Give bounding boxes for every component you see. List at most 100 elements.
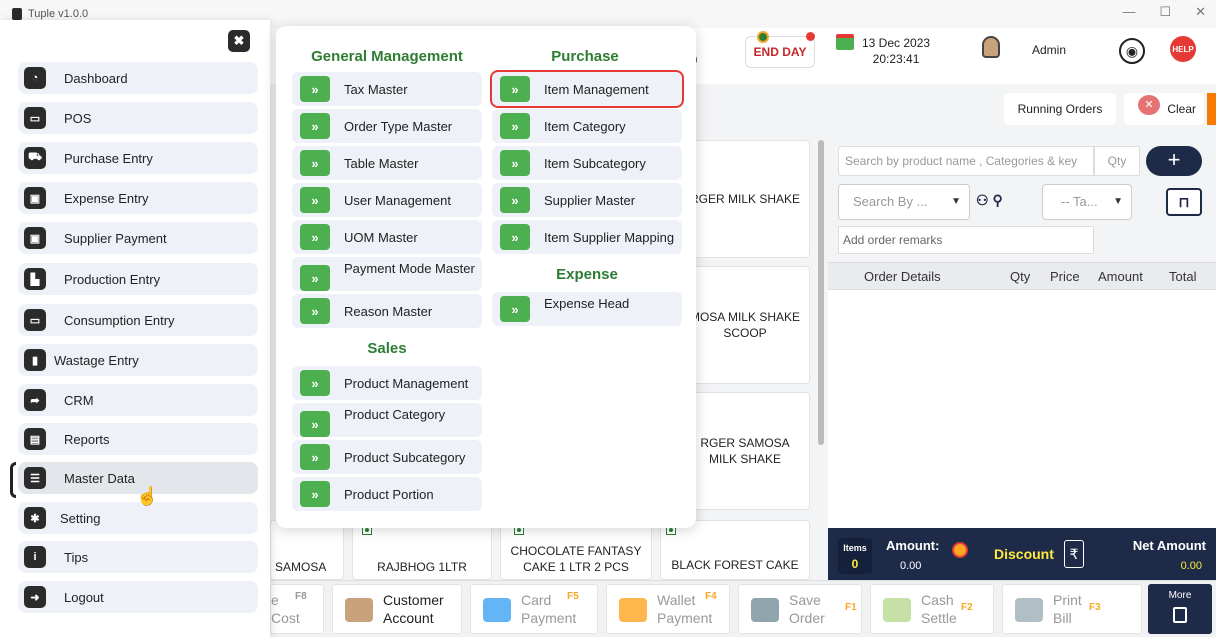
menu-item-management[interactable]: » Item Management xyxy=(490,70,684,108)
sidebar-item-supplier-payment[interactable]: ▣ Supplier Payment xyxy=(18,222,258,254)
chevron-down-icon: ▼ xyxy=(1113,196,1123,207)
add-product-button[interactable]: + xyxy=(1146,146,1202,176)
col-price: Price xyxy=(1050,269,1080,284)
chevron-right-icon: » xyxy=(300,411,330,437)
logout-icon: ➜ xyxy=(24,586,46,608)
amount-label: Amount: xyxy=(886,538,940,553)
menu-uom-master[interactable]: » UOM Master xyxy=(292,220,482,254)
card-icon xyxy=(483,598,511,622)
card-payment-button[interactable]: Card Payment F5 xyxy=(470,584,598,634)
print-bill-button[interactable]: Print Bill F3 xyxy=(1002,584,1142,634)
chevron-right-icon: » xyxy=(500,224,530,250)
order-table-header: Order Details Qty Price Amount Total xyxy=(828,262,1216,290)
chevron-right-icon: » xyxy=(300,150,330,176)
wifi-icon[interactable]: ◉ xyxy=(1119,38,1145,64)
calendar-icon xyxy=(836,34,854,50)
time-text: 20:23:41 xyxy=(872,52,920,66)
customer-search-select[interactable]: Search By ... ▼ xyxy=(838,184,970,220)
section-title-expense: Expense xyxy=(556,266,618,283)
user-avatar-icon[interactable] xyxy=(982,36,1000,58)
clear-button[interactable]: Clear xyxy=(1124,93,1204,125)
menu-product-management[interactable]: » Product Management xyxy=(292,366,482,400)
menu-reason-master[interactable]: » Reason Master xyxy=(292,294,482,328)
close-window-button[interactable]: ✕ xyxy=(1195,4,1206,20)
chevron-right-icon: » xyxy=(500,150,530,176)
sidebar-item-purchase-entry[interactable]: ⛟ Purchase Entry xyxy=(18,142,258,174)
menu-item-supplier-mapping[interactable]: » Item Supplier Mapping xyxy=(492,220,682,254)
dashboard-icon: ◔ xyxy=(24,67,46,89)
menu-expense-head[interactable]: » Expense Head xyxy=(492,292,682,326)
menu-product-portion[interactable]: » Product Portion xyxy=(292,477,482,511)
sidebar-item-dashboard[interactable]: ◔ Dashboard xyxy=(18,62,258,94)
product-card[interactable]: BLACK FOREST CAKE xyxy=(660,520,810,580)
sidebar-item-tips[interactable]: i Tips xyxy=(18,541,258,573)
add-customer-icon[interactable]: ⚇ ⚲ xyxy=(976,192,1003,209)
menu-product-category[interactable]: » Product Category xyxy=(292,403,482,437)
product-scrollbar[interactable] xyxy=(818,140,824,445)
menu-order-type-master[interactable]: » Order Type Master xyxy=(292,109,482,143)
wallet-payment-button[interactable]: Wallet Payment F4 xyxy=(606,584,730,634)
col-amount: Amount xyxy=(1098,269,1143,284)
menu-payment-mode-master[interactable]: » Payment Mode Master xyxy=(292,257,482,291)
table-select[interactable]: -- Ta... ▼ xyxy=(1042,184,1132,220)
sidebar-item-crm[interactable]: ➦ CRM xyxy=(18,384,258,416)
chevron-right-icon: » xyxy=(300,224,330,250)
product-card[interactable]: SAMOSA xyxy=(270,520,344,580)
menu-product-subcategory[interactable]: » Product Subcategory xyxy=(292,440,482,474)
sidebar-item-reports[interactable]: ▤ Reports xyxy=(18,423,258,455)
help-icon[interactable]: HELP xyxy=(1170,36,1196,62)
minimize-button[interactable]: — xyxy=(1122,4,1135,20)
sidebar-item-logout[interactable]: ➜ Logout xyxy=(18,581,258,613)
cash-settle-button[interactable]: Cash Settle F2 xyxy=(870,584,994,634)
order-remarks-input[interactable]: Add order remarks xyxy=(838,226,1094,254)
accent-strip xyxy=(1207,93,1216,125)
customer-account-button[interactable]: Customer Account xyxy=(332,584,462,634)
discount-icon[interactable] xyxy=(952,542,968,558)
menu-user-management[interactable]: » User Management xyxy=(292,183,482,217)
net-amount-value: 0.00 xyxy=(1180,560,1202,572)
menu-table-master[interactable]: » Table Master xyxy=(292,146,482,180)
menu-tax-master[interactable]: » Tax Master xyxy=(292,72,482,106)
chevron-right-icon: » xyxy=(300,444,330,470)
end-day-button[interactable]: END DAY xyxy=(745,36,815,68)
sidebar-item-consumption-entry[interactable]: ▭ Consumption Entry xyxy=(18,304,258,336)
close-menu-button[interactable]: ✖ xyxy=(228,30,250,52)
rupee-toggle-button[interactable]: ₹ xyxy=(1064,540,1084,568)
more-button[interactable]: More xyxy=(1148,584,1212,634)
product-search-input[interactable]: Search by product name , Categories & ke… xyxy=(838,146,1094,176)
discount-button[interactable]: Discount xyxy=(994,546,1054,562)
save-order-button[interactable]: Save Order F1 xyxy=(738,584,862,634)
sidebar-item-expense-entry[interactable]: ▣ Expense Entry xyxy=(18,182,258,214)
chevron-right-icon: » xyxy=(500,76,530,102)
sidebar-item-production-entry[interactable]: ▙ Production Entry xyxy=(18,263,258,295)
chevron-right-icon: » xyxy=(300,113,330,139)
date-text: 13 Dec 2023 xyxy=(862,36,931,50)
report-icon: ▤ xyxy=(24,428,46,450)
maximize-button[interactable]: ☐ xyxy=(1159,4,1171,20)
user-name[interactable]: Admin xyxy=(1032,43,1066,57)
order-items-list xyxy=(828,290,1216,528)
menu-item-category[interactable]: » Item Category xyxy=(492,109,682,143)
cart-icon: ⛟ xyxy=(24,147,46,169)
chevron-right-icon: » xyxy=(300,187,330,213)
menu-item-subcategory[interactable]: » Item Subcategory xyxy=(492,146,682,180)
hand-cursor-icon: ☝ xyxy=(136,486,159,506)
chevron-right-icon: » xyxy=(300,298,330,324)
trash-icon: ▮ xyxy=(24,349,46,371)
customer-icon xyxy=(345,598,373,622)
chevron-right-icon: » xyxy=(500,113,530,139)
table-layout-icon[interactable]: ⊓ xyxy=(1166,188,1202,216)
running-orders-button[interactable]: Running Orders xyxy=(1004,93,1116,125)
product-card[interactable]: RAJBHOG 1LTR xyxy=(352,520,492,580)
col-total: Total xyxy=(1169,269,1197,284)
chevron-right-icon: » xyxy=(300,481,330,507)
date-time-display: 13 Dec 2023 20:23:41 xyxy=(862,35,930,67)
qty-input[interactable]: Qty xyxy=(1094,146,1140,176)
menu-supplier-master[interactable]: » Supplier Master xyxy=(492,183,682,217)
sidebar-item-pos[interactable]: ▭ POS xyxy=(18,102,258,134)
gear-icon: ✱ xyxy=(24,507,46,529)
section-title-sales: Sales xyxy=(367,340,407,357)
cost-button[interactable]: e Cost F8 xyxy=(270,584,324,634)
sidebar-item-wastage-entry[interactable]: ▮ Wastage Entry xyxy=(18,344,258,376)
money-icon: ▣ xyxy=(24,187,46,209)
